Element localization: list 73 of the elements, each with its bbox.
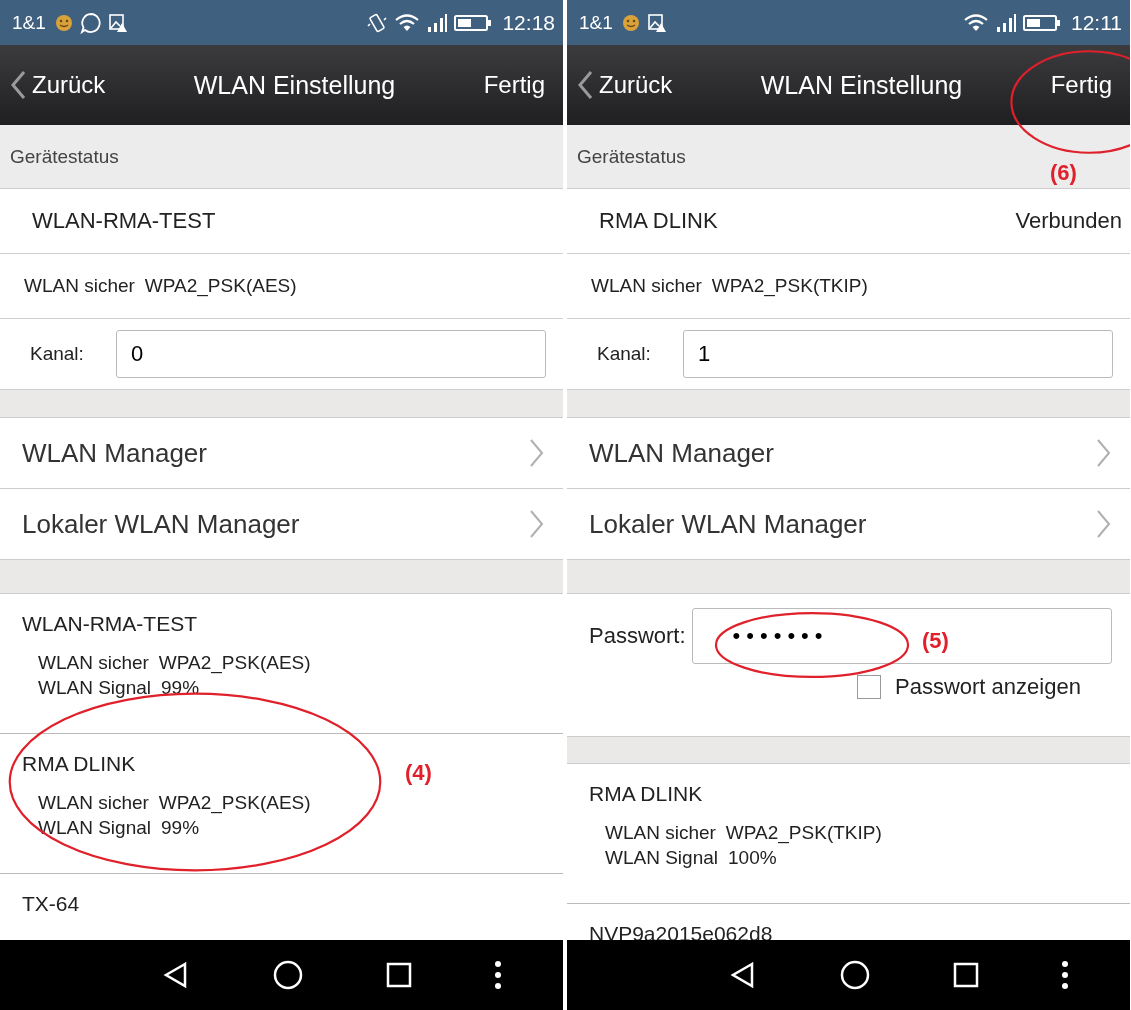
network-name: RMA DLINK — [589, 782, 703, 806]
section-title: Gerätestatus — [10, 145, 119, 168]
menu-item[interactable]: WLAN Manager — [567, 418, 1130, 489]
emoji-icon — [53, 12, 74, 33]
carrier-name: 1&1 — [579, 11, 613, 34]
network-list-item[interactable]: WLAN-RMA-TEST WLAN sicher WPA2_PSK(AES) WLAN Signal 99% — [0, 594, 563, 734]
network-name: RMA DLINK — [599, 208, 718, 234]
wifi-icon — [394, 12, 421, 33]
chevron-right-icon — [1096, 438, 1112, 468]
screen-title: WLAN Einstellung — [759, 70, 964, 100]
signal-value: 99% — [161, 676, 200, 700]
home-circle-icon[interactable] — [838, 959, 871, 991]
security-value: WPA2_PSK(AES) — [144, 275, 297, 297]
chevron-right-icon — [1096, 509, 1112, 539]
network-list-item[interactable]: RMA DLINK WLAN sicher WPA2_PSK(TKIP) WLAN Signal 100% — [567, 764, 1130, 904]
security-label: WLAN sicher — [591, 275, 702, 297]
show-password-checkbox[interactable]: Passwort anzeigen — [857, 674, 1130, 700]
back-button[interactable]: Zurück — [577, 70, 673, 100]
connection-status: Verbunden — [1015, 208, 1122, 234]
clock-time: 12:11 — [1071, 10, 1122, 35]
clock-time: 12:18 — [502, 10, 555, 35]
security-value: WPA2_PSK(AES) — [158, 651, 311, 675]
checkbox[interactable] — [857, 675, 881, 699]
network-name: WLAN-RMA-TEST — [22, 612, 197, 636]
signal-label: WLAN Signal — [38, 816, 151, 840]
more-dots-icon[interactable] — [494, 960, 503, 990]
battery-icon — [1023, 12, 1061, 33]
security-value: WPA2_PSK(TKIP) — [711, 275, 868, 297]
signal-icon — [426, 12, 449, 33]
back-button[interactable]: Zurück — [10, 70, 106, 100]
home-circle-icon[interactable] — [271, 959, 304, 991]
signal-label: WLAN Signal — [38, 676, 151, 700]
security-label: WLAN sicher — [24, 275, 135, 297]
chevron-right-icon — [529, 509, 545, 539]
annotation-label: (6) — [1050, 160, 1077, 186]
channel-label: Kanal: — [597, 343, 651, 365]
chevron-left-icon — [577, 70, 593, 100]
security-label: WLAN sicher — [38, 791, 149, 815]
signal-icon — [995, 12, 1017, 33]
password-label: Passwort: — [589, 623, 686, 649]
network-name: RMA DLINK — [22, 752, 136, 776]
signal-value: 99% — [161, 816, 200, 840]
network-name: WLAN-RMA-TEST — [32, 208, 216, 234]
vibrate-icon — [366, 11, 389, 34]
channel-field[interactable]: 0 — [115, 330, 546, 378]
annotation-label: (5) — [922, 628, 949, 654]
signal-value: 100% — [728, 846, 777, 870]
battery-icon — [454, 12, 493, 33]
section-title: Gerätestatus — [577, 145, 686, 168]
security-value: WPA2_PSK(AES) — [158, 791, 311, 815]
channel-field[interactable]: 1 — [682, 330, 1113, 378]
done-button[interactable]: Fertig — [483, 71, 545, 99]
wifi-icon — [963, 12, 989, 33]
recent-apps-square-icon[interactable] — [952, 961, 981, 989]
carrier-name: 1&1 — [12, 11, 46, 34]
screen-title: WLAN Einstellung — [192, 70, 397, 100]
image-warning-icon — [107, 12, 128, 33]
emoji-icon — [620, 12, 641, 33]
security-label: WLAN sicher — [38, 651, 149, 675]
recent-apps-square-icon[interactable] — [385, 961, 414, 989]
done-button[interactable]: Fertig — [1050, 71, 1112, 99]
chevron-right-icon — [529, 438, 545, 468]
security-label: WLAN sicher — [605, 821, 716, 845]
more-dots-icon[interactable] — [1061, 960, 1070, 990]
menu-item[interactable]: WLAN Manager — [0, 418, 563, 489]
security-value: WPA2_PSK(TKIP) — [725, 821, 882, 845]
image-warning-icon — [646, 12, 667, 33]
annotation-label: (4) — [405, 760, 432, 786]
channel-label: Kanal: — [30, 343, 84, 365]
network-name: TX-64 — [22, 892, 80, 916]
chevron-left-icon — [10, 70, 26, 100]
signal-label: WLAN Signal — [605, 846, 718, 870]
chat-icon — [79, 11, 102, 34]
